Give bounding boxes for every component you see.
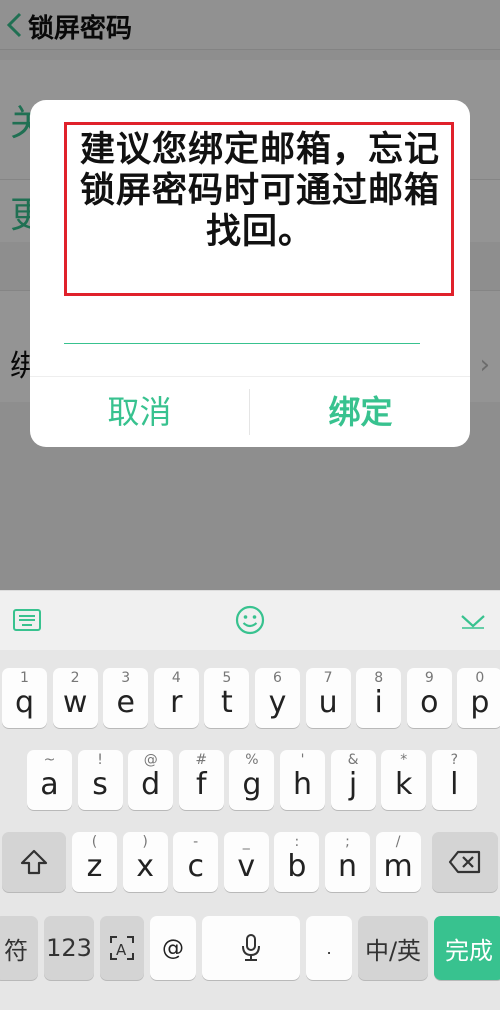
key-i[interactable]: 8i [356, 668, 402, 728]
key-z-label: z [86, 848, 103, 884]
key-h-label: h [292, 766, 312, 802]
key-r[interactable]: 4r [153, 668, 199, 728]
lang-switch-key[interactable]: 中/英 [358, 916, 428, 980]
key-k[interactable]: * k [381, 750, 427, 810]
key-v-label: v [237, 848, 256, 884]
key-o[interactable]: 9o [406, 668, 452, 728]
key-m-label: m [383, 848, 413, 884]
backspace-icon [448, 850, 481, 874]
key-q[interactable]: 1q [2, 668, 47, 728]
key-v[interactable]: _ v [223, 832, 269, 892]
keyboard-toolbar [0, 590, 500, 650]
key-j-label: j [348, 766, 358, 802]
key-x[interactable]: ) x [122, 832, 168, 892]
key-n-label: n [337, 848, 357, 884]
key-x-label: x [136, 848, 154, 884]
key-l-label: l [450, 766, 459, 802]
keyboard: 1 q 2 w 3 e 4 r 5 t 6 y 7 u 8 i 9 o 0 p ~ a! s @ d # f% g ' h & j * k? l(z… [0, 650, 500, 1010]
key-m[interactable]: / m [375, 832, 421, 892]
microphone-icon [242, 934, 260, 961]
key-p[interactable]: 0p [457, 668, 500, 728]
key-t-label: t [221, 684, 233, 720]
key-a-label: a [40, 766, 59, 802]
key-c-label: c [187, 848, 204, 884]
shift-key[interactable] [2, 832, 66, 892]
key-z[interactable]: (z [72, 832, 117, 892]
svg-text:A: A [116, 941, 127, 959]
dialog-actions: 取消 绑定 [30, 376, 470, 447]
highlight-box [64, 122, 454, 296]
key-j[interactable]: & j [330, 750, 376, 810]
backspace-key[interactable] [432, 832, 498, 892]
key-f-label: f [196, 766, 207, 802]
key-h[interactable]: ' h [280, 750, 325, 810]
key-g[interactable]: % g [229, 750, 275, 810]
period-key-label: . [326, 938, 332, 958]
key-u[interactable]: 7u [305, 668, 351, 728]
key-w-label: w [62, 684, 88, 720]
key-f[interactable]: # f [178, 750, 224, 810]
key-l[interactable]: ? l [431, 750, 477, 810]
button-divider [249, 389, 250, 435]
symbols-key-label: 符 [4, 936, 28, 965]
numbers-key-label: 123 [46, 934, 92, 962]
key-c[interactable]: -c [173, 832, 219, 892]
symbols-key[interactable]: 符 [0, 916, 38, 980]
emoji-icon[interactable] [234, 604, 266, 636]
bind-email-dialog: 建议您绑定邮箱，忘记锁屏密码时可通过邮箱找回。 取消 绑定 [30, 100, 470, 447]
key-o-label: o [420, 684, 439, 720]
key-p-label: p [470, 684, 490, 720]
lang-switch-key-label: 中/英 [364, 936, 422, 965]
key-b[interactable]: :b [274, 832, 320, 892]
numbers-key[interactable]: 123 [44, 916, 94, 980]
keyboard-icon[interactable] [12, 607, 42, 633]
at-key-label: @ [162, 935, 184, 961]
key-e[interactable]: 3e [103, 668, 149, 728]
shift-icon [20, 849, 48, 875]
period-key[interactable]: . [306, 916, 352, 980]
key-u-label: u [318, 684, 338, 720]
text-recognize-key[interactable]: A [100, 916, 144, 980]
settings-page: 锁屏密码 关 更 重 绑 › 建议您绑定邮箱，忘记锁屏密码时可通过邮箱找回。 取… [0, 0, 500, 590]
text-scan-icon: A [110, 936, 134, 960]
key-b-label: b [287, 848, 307, 884]
key-y-label: y [268, 684, 287, 720]
key-k-label: k [395, 766, 413, 802]
key-r-label: r [170, 684, 183, 720]
key-d[interactable]: @ d [128, 750, 174, 810]
key-s[interactable]: ! s [77, 750, 123, 810]
bind-button[interactable]: 绑定 [251, 377, 470, 447]
key-s-label: s [92, 766, 108, 802]
key-y[interactable]: 6y [255, 668, 300, 728]
email-input[interactable] [64, 322, 420, 344]
at-key[interactable]: @ [150, 916, 196, 980]
key-d-label: d [141, 766, 161, 802]
key-e-label: e [116, 684, 135, 720]
cancel-button[interactable]: 取消 [30, 377, 249, 447]
done-key[interactable]: 完成 [434, 916, 500, 980]
key-q-label: q [14, 684, 35, 720]
key-t[interactable]: 5t [204, 668, 250, 728]
key-i-label: i [374, 684, 383, 720]
done-key-label: 完成 [445, 936, 493, 965]
key-a[interactable]: ~ a [27, 750, 72, 810]
collapse-keyboard-icon[interactable] [460, 613, 486, 629]
key-g-label: g [242, 766, 262, 802]
key-w[interactable]: 2w [52, 668, 98, 728]
key-n[interactable]: ; n [325, 832, 370, 892]
space-key[interactable] [202, 916, 300, 980]
